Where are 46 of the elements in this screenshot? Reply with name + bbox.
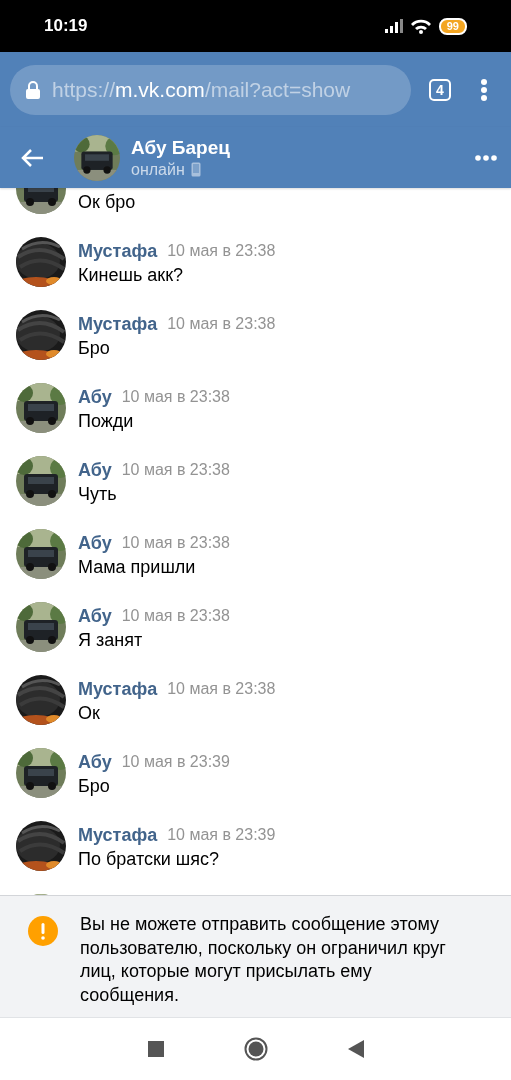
sender-name[interactable]: Абу (78, 532, 112, 554)
message-time: 10 мая в 23:39 (121, 753, 230, 771)
back-icon[interactable] (347, 1040, 364, 1058)
message-text: Я занят (78, 629, 144, 652)
signal-icon (384, 19, 403, 33)
battery-indicator: 99 (438, 17, 467, 35)
message-time: 10 мая в 23:39 (167, 826, 276, 844)
message-time: 10 мая в 23:38 (167, 680, 276, 698)
message-text: Ок бро (78, 191, 136, 214)
online-status: онлайн (131, 160, 185, 179)
notice-text: Вы не можете отправить сообщение этому пользователю, поскольку он ограничил круг лиц, которые могут присылать ему сообщения. (80, 913, 447, 1007)
message-time: 10 мая в 23:38 (121, 388, 230, 406)
home-icon[interactable] (243, 1037, 268, 1061)
sender-name[interactable]: Абу (78, 459, 112, 481)
message-text: Бро (78, 775, 111, 798)
phone-icon (190, 162, 201, 177)
wifi-icon (410, 18, 431, 34)
message-text: Пожди (78, 410, 135, 433)
sender-name[interactable]: Абу (78, 386, 112, 408)
message-time: 10 мая в 23:38 (167, 315, 276, 333)
message-text: Мама пришли (78, 556, 197, 579)
menu-icon[interactable] (481, 78, 487, 101)
sender-name[interactable]: Мустафа (78, 824, 158, 846)
tab-count-button[interactable]: 4 (429, 78, 451, 101)
sender-name[interactable]: Абу (78, 605, 112, 627)
more-icon[interactable] (475, 154, 497, 161)
warning-icon (28, 916, 58, 946)
back-arrow-icon[interactable] (20, 147, 44, 168)
message-text: Чуть (78, 483, 118, 506)
lock-icon (26, 80, 40, 99)
message-text: Бро (78, 337, 111, 360)
message-time: 10 мая в 23:38 (121, 534, 230, 552)
message-time: 10 мая в 23:38 (167, 242, 276, 260)
contact-name: Абу Барец (131, 136, 230, 159)
sender-name[interactable]: Мустафа (78, 678, 158, 700)
message-time: 10 мая в 23:38 (121, 607, 230, 625)
sender-name[interactable]: Мустафа (78, 240, 158, 262)
message-text: Кинешь акк? (78, 264, 185, 287)
sender-name[interactable]: Мустафа (78, 313, 158, 335)
sender-name[interactable]: Абу (78, 751, 112, 773)
url-text: https://m.vk.com/mail?act=show (52, 77, 351, 102)
message-text: Ок (78, 702, 101, 725)
message-time: 10 мая в 23:38 (121, 461, 230, 479)
recents-icon[interactable] (147, 1041, 164, 1057)
clock: 10:19 (44, 16, 88, 36)
message-text: По братски шяс? (78, 848, 221, 871)
